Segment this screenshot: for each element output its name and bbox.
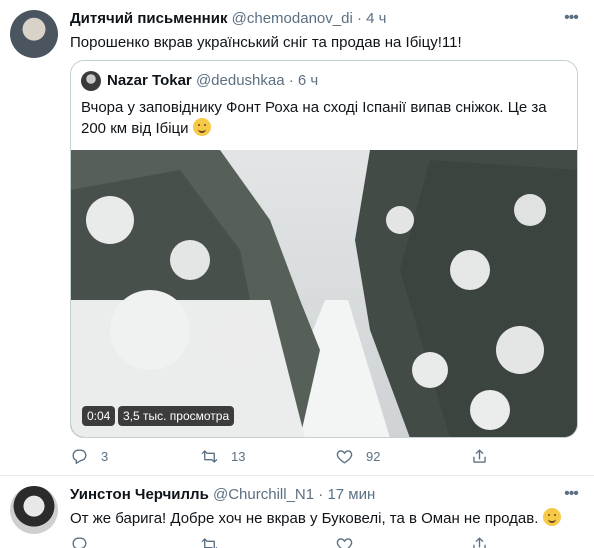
tweet-time[interactable]: 17 мин bbox=[327, 486, 375, 503]
author-name[interactable]: Дитячий письменник bbox=[70, 10, 227, 27]
author-name[interactable]: Уинстон Черчилль bbox=[70, 486, 209, 503]
video-views: 3,5 тыс. просмотра bbox=[118, 406, 235, 426]
video-player[interactable]: 0:04 3,5 тыс. просмотра bbox=[71, 150, 577, 437]
tweet-time[interactable]: 4 ч bbox=[366, 10, 386, 27]
quoted-tweet-header: Nazar Tokar @dedushkaa · 6 ч bbox=[107, 71, 318, 91]
share-button[interactable] bbox=[470, 444, 501, 468]
avatar[interactable] bbox=[81, 71, 101, 91]
share-icon bbox=[473, 448, 486, 463]
tweet-time: 6 ч bbox=[297, 72, 319, 89]
tweet-header: Дитячий письменник @chemodanov_di · 4 ч bbox=[70, 9, 386, 29]
like-button[interactable]: 92 bbox=[335, 444, 380, 468]
retweet-button[interactable]: 13 bbox=[200, 444, 245, 468]
tweet-header: Уинстон Черчилль @Churchill_N1 · 17 мин bbox=[70, 485, 375, 505]
retweet-icon bbox=[201, 537, 218, 548]
reply-icon bbox=[72, 448, 87, 464]
separator: · bbox=[318, 486, 324, 503]
separator: · bbox=[288, 72, 294, 89]
share-button[interactable] bbox=[470, 532, 501, 548]
reply-icon bbox=[72, 536, 87, 548]
tweet-actions bbox=[70, 532, 500, 548]
avatar[interactable] bbox=[10, 10, 58, 58]
like-button[interactable] bbox=[335, 532, 366, 548]
video-thumbnail bbox=[71, 150, 577, 437]
tweet[interactable]: Дитячий письменник @chemodanov_di · 4 ч … bbox=[0, 0, 594, 476]
tweet-text-content: От же барига! Добре хоч не вкрав у Буков… bbox=[70, 510, 539, 527]
separator: · bbox=[356, 10, 362, 27]
quoted-tweet[interactable]: Nazar Tokar @dedushkaa · 6 ч Вчора у зап… bbox=[70, 60, 578, 438]
like-icon bbox=[336, 449, 353, 464]
reply-count: 3 bbox=[101, 448, 109, 464]
like-icon bbox=[336, 537, 353, 548]
avatar[interactable] bbox=[10, 486, 58, 534]
quoted-tweet-text: Вчора у заповіднику Фонт Роха на сході І… bbox=[81, 97, 569, 139]
tweet-actions: 3 13 92 bbox=[70, 444, 500, 468]
author-handle: @dedushkaa bbox=[195, 72, 285, 89]
author-handle[interactable]: @chemodanov_di bbox=[232, 10, 353, 27]
reply-button[interactable]: 3 bbox=[70, 444, 108, 468]
video-duration: 0:04 bbox=[82, 406, 116, 426]
more-icon[interactable]: ••• bbox=[560, 10, 582, 30]
smile-emoji bbox=[192, 118, 211, 136]
more-icon[interactable]: ••• bbox=[560, 486, 582, 506]
retweet-icon bbox=[201, 449, 218, 463]
tweet-text: От же барига! Добре хоч не вкрав у Буков… bbox=[70, 508, 561, 529]
like-count: 92 bbox=[366, 448, 381, 464]
quoted-tweet-text-content: Вчора у заповіднику Фонт Роха на сході І… bbox=[81, 99, 547, 137]
reply-button[interactable] bbox=[70, 532, 101, 548]
retweet-button[interactable] bbox=[200, 532, 231, 548]
author-handle[interactable]: @Churchill_N1 bbox=[213, 486, 314, 503]
retweet-count: 13 bbox=[231, 448, 246, 464]
share-icon bbox=[473, 536, 486, 548]
tweet-text: Порошенко вкрав український сніг та прод… bbox=[70, 34, 462, 51]
author-name: Nazar Tokar bbox=[107, 72, 192, 89]
grin-emoji bbox=[542, 508, 561, 526]
